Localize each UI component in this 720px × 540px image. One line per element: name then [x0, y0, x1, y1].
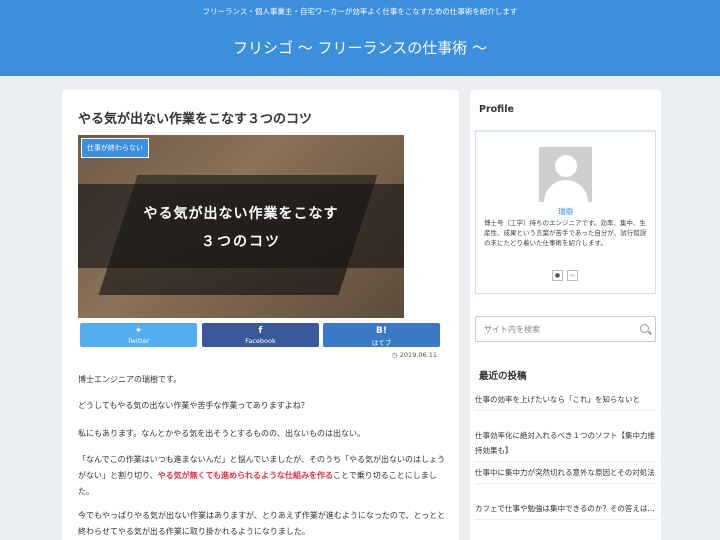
search-box[interactable]: サイト内を検索: [475, 316, 656, 342]
recent-posts-heading: 最近の投稿: [479, 371, 527, 382]
feedly-icon[interactable]: ●: [552, 270, 563, 281]
profile-name[interactable]: 瑞樹: [476, 206, 655, 217]
article-paragraph: 博士エンジニアの瑞樹です。: [78, 375, 182, 384]
article-paragraph: どうしてもやる気の出ない作業や苦手な作業ってありますよね？: [78, 401, 309, 410]
article-paragraph-highlight: 「なんでこの作業はいつも進まないんだ」と悩んでいましたが、そのうち「やる気が出な…: [78, 452, 448, 500]
twitter-icon: ✦: [134, 326, 143, 336]
twitter-share-label: Twitter: [127, 337, 150, 345]
hatena-share-label: はてブ: [371, 339, 392, 347]
avatar-head: [555, 155, 577, 177]
category-label[interactable]: 仕事が終わらない: [81, 138, 149, 158]
article-paragraph: 私にもあります。なんとかやる気を出そうとするものの、出ないものは出ない。: [78, 429, 365, 438]
eyecatch-text-line2: ３つのコツ: [201, 234, 281, 250]
eyecatch-text-line1: やる気が出ない作業をこなす: [143, 206, 339, 222]
facebook-share-button[interactable]: f Facebook: [202, 323, 319, 347]
post-date-text: 2019.06.11: [399, 351, 437, 359]
profile-widget: 瑞樹 博士号（工学）持ちのエンジニアです。効率、集中、生産性、成果という言葉が苦…: [475, 130, 656, 294]
recent-post-link[interactable]: 仕事効率化に絶対入れるべき１つのソフト【集中力維持効果も】: [475, 428, 658, 462]
twitter-share-button[interactable]: ✦ Twitter: [80, 323, 197, 347]
eyecatch-overlay: [78, 184, 404, 268]
sidebar: Profile 瑞樹 博士号（工学）持ちのエンジニアです。効率、集中、生産性、成…: [470, 90, 661, 540]
profile-heading: Profile: [479, 104, 514, 115]
article-card: やる気が出ない作業をこなす３つのコツ やる気が出ない作業をこなす ３つのコツ 仕…: [62, 90, 459, 540]
article-paragraph: 今でもやっぱりやる気が出ない作業はありますが、とりあえず作業が進むようになったの…: [78, 511, 446, 536]
recent-post-link[interactable]: カフェで仕事や勉強は集中できるのか？その答えは…: [475, 501, 658, 520]
search-icon[interactable]: [640, 324, 649, 333]
eyecatch-image: やる気が出ない作業をこなす ３つのコツ 仕事が終わらない: [78, 135, 404, 318]
facebook-share-label: Facebook: [245, 337, 276, 345]
post-date: ◷ 2019.06.11: [392, 351, 437, 359]
site-header: フリーランス・個人事業主・自宅ワーカーが効率よく仕事をこなすための仕事術を紹介し…: [0, 0, 720, 76]
avatar-body: [544, 180, 588, 202]
site-title[interactable]: フリシゴ ～ フリーランスの仕事術 ～: [0, 37, 720, 58]
profile-description: 博士号（工学）持ちのエンジニアです。効率、集中、生産性、成果という言葉が苦手であ…: [484, 219, 647, 247]
recent-post-link[interactable]: 仕事中に集中力が突然切れる意外な原因とその対処法: [475, 465, 658, 484]
highlight-text: やる気が無くても進められるような仕組みを作る: [157, 471, 334, 480]
avatar: [539, 147, 592, 202]
search-input[interactable]: サイト内を検索: [484, 324, 540, 335]
rss-icon[interactable]: ∼: [567, 270, 578, 281]
recent-post-link[interactable]: 仕事の効率を上げたいなら「これ」を知らないと: [475, 392, 658, 411]
hatena-icon: B!: [376, 326, 387, 336]
article-title: やる気が出ない作業をこなす３つのコツ: [78, 112, 313, 127]
hatena-share-button[interactable]: B! はてブ: [323, 323, 440, 347]
site-tagline: フリーランス・個人事業主・自宅ワーカーが効率よく仕事をこなすための仕事術を紹介し…: [202, 7, 518, 16]
clock-icon: ◷: [392, 351, 398, 359]
facebook-icon: f: [258, 326, 263, 336]
